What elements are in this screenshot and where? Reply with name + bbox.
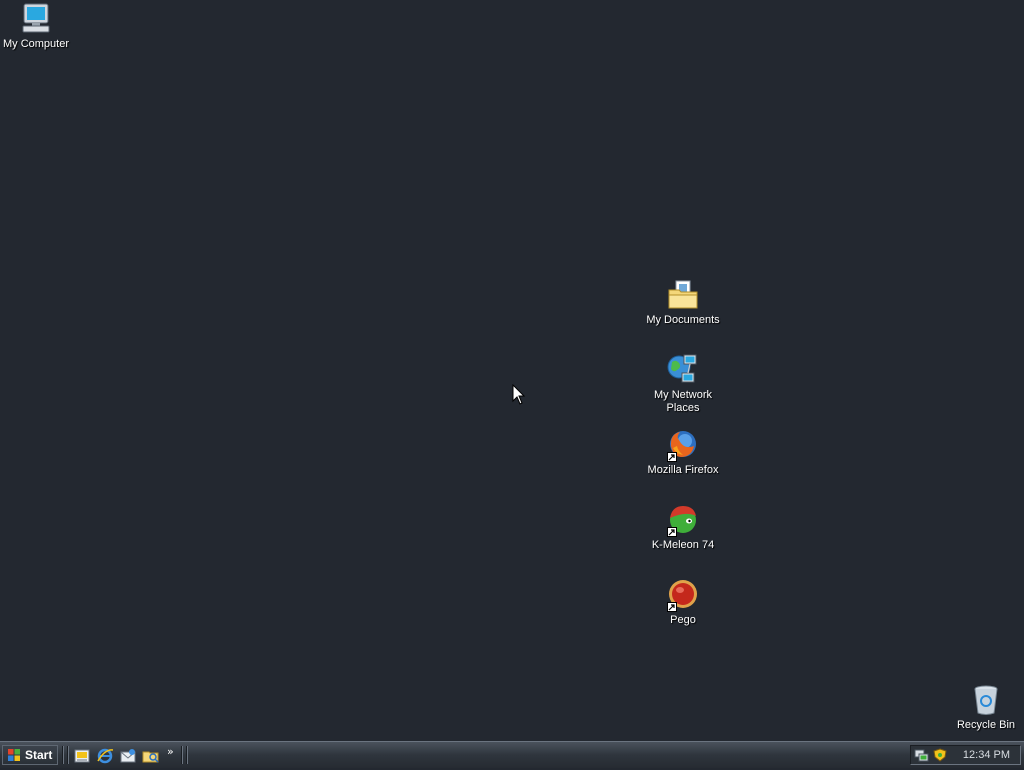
windows-explorer-icon[interactable]	[142, 747, 160, 765]
my-network-places-label: My Network Places	[653, 389, 713, 414]
taskbar-separator	[67, 746, 69, 764]
security-shield-icon[interactable]	[932, 748, 948, 762]
network-connection-icon[interactable]	[914, 748, 930, 762]
k-meleon-label: K-Meleon 74	[651, 539, 715, 551]
taskbar: Start » 12:34 PM	[0, 741, 1024, 768]
show-desktop-icon[interactable]	[73, 747, 91, 765]
pego-label: Pego	[670, 614, 696, 626]
network-globe-icon	[666, 353, 700, 387]
internet-explorer-icon[interactable]	[96, 747, 114, 765]
desktop[interactable]: My Computer My Documents My Network Plac…	[0, 0, 1024, 741]
shortcut-arrow-icon	[667, 527, 677, 537]
mozilla-firefox-label: Mozilla Firefox	[647, 464, 719, 476]
taskbar-separator	[186, 746, 188, 764]
recycle-bin-icon	[969, 683, 1003, 717]
k-meleon-desktop-icon[interactable]: K-Meleon 74	[641, 503, 725, 552]
pego-desktop-icon[interactable]: Pego	[641, 578, 725, 627]
quick-launch-chevron[interactable]: »	[167, 745, 174, 758]
recycle-bin-desktop-icon[interactable]: Recycle Bin	[944, 683, 1024, 732]
taskbar-separator	[62, 746, 64, 764]
pego-icon	[666, 578, 700, 612]
start-button[interactable]: Start	[2, 745, 58, 765]
my-documents-desktop-icon[interactable]: My Documents	[641, 278, 725, 327]
system-tray: 12:34 PM	[910, 745, 1021, 765]
k-meleon-icon	[666, 503, 700, 537]
windows-flag-icon	[8, 749, 20, 761]
outlook-express-icon[interactable]	[119, 747, 137, 765]
my-network-places-desktop-icon[interactable]: My Network Places	[641, 353, 725, 415]
my-computer-desktop-icon[interactable]: My Computer	[0, 2, 78, 51]
start-label: Start	[25, 748, 53, 762]
recycle-bin-label: Recycle Bin	[956, 719, 1016, 731]
folder-icon	[666, 278, 700, 312]
firefox-icon	[666, 428, 700, 462]
my-computer-label: My Computer	[2, 38, 70, 50]
clock[interactable]: 12:34 PM	[963, 749, 1010, 761]
taskbar-separator	[181, 746, 183, 764]
shortcut-arrow-icon	[667, 452, 677, 462]
shortcut-arrow-icon	[667, 602, 677, 612]
mouse-cursor-icon	[512, 383, 526, 406]
mozilla-firefox-desktop-icon[interactable]: Mozilla Firefox	[641, 428, 725, 477]
computer-icon	[19, 2, 53, 36]
my-documents-label: My Documents	[646, 314, 720, 326]
